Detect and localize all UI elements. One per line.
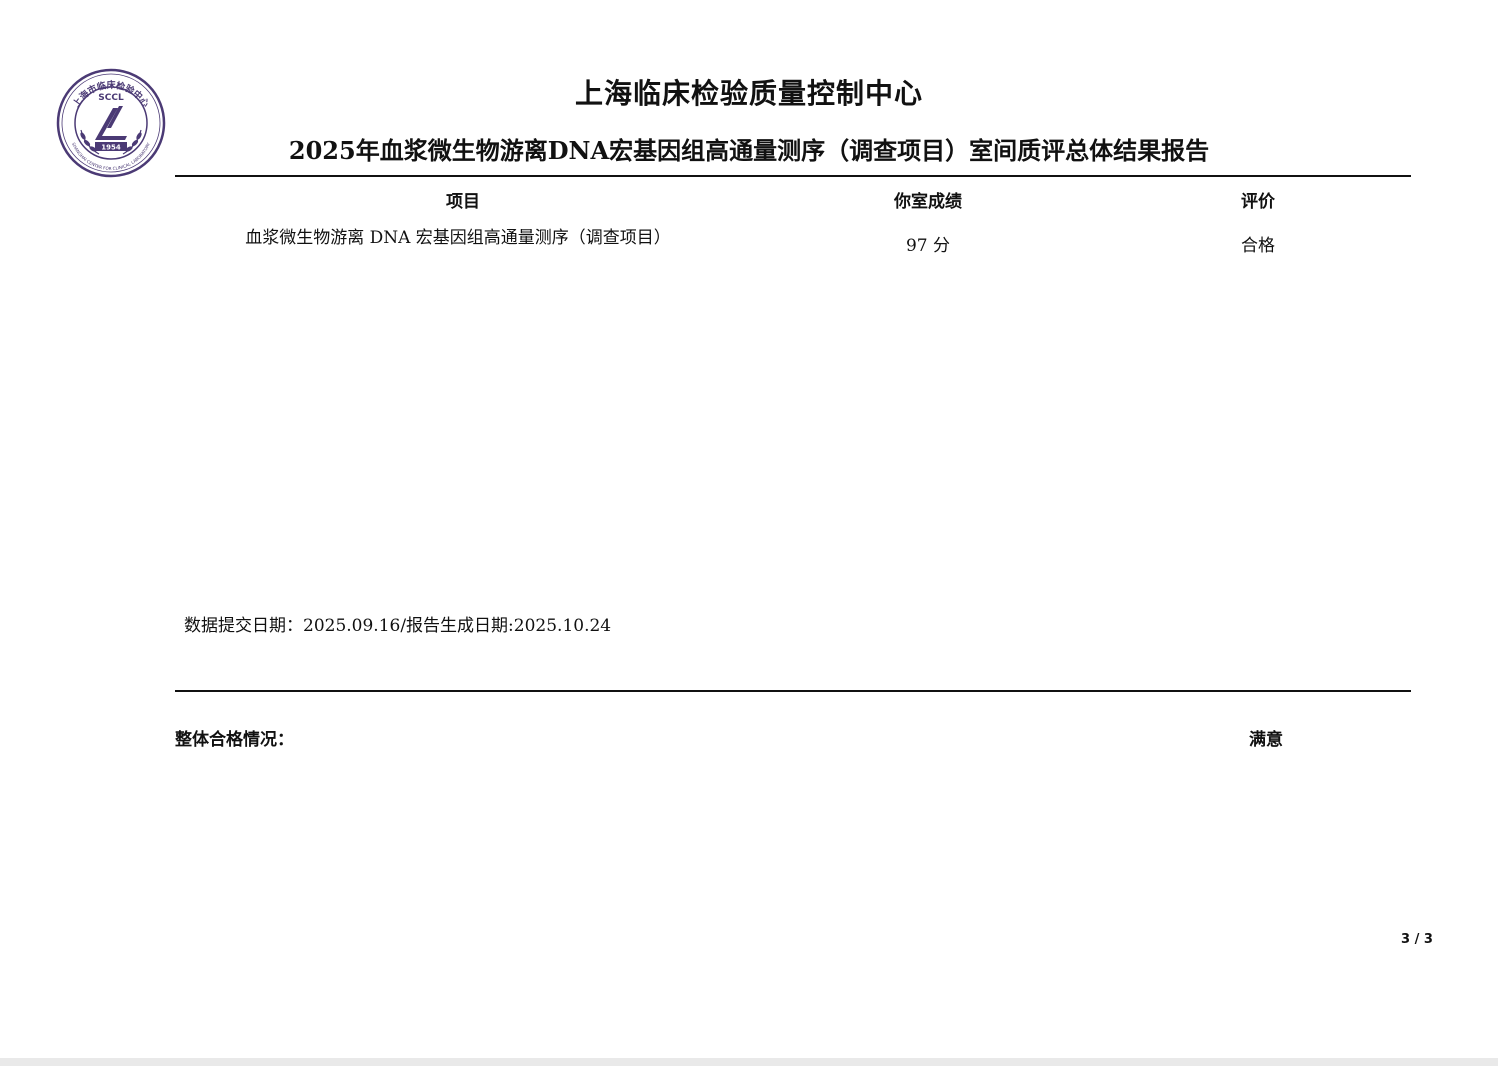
dates-line: 数据提交日期：2025.09.16/报告生成日期:2025.10.24 xyxy=(184,616,612,636)
viewer-bottom-bar xyxy=(0,1058,1498,1066)
column-header-evaluation: 评价 xyxy=(1241,192,1275,212)
page-number: 3 / 3 xyxy=(1401,932,1433,947)
report-subtitle: 2025年血浆微生物游离DNA宏基因组高通量测序（调查项目）室间质评总体结果报告 xyxy=(288,136,1210,165)
page-title: 上海临床检验质量控制中心 xyxy=(574,77,923,110)
column-header-item: 项目 xyxy=(446,192,480,212)
bottom-divider xyxy=(175,690,1411,692)
table-row-evaluation: 合格 xyxy=(1241,236,1275,256)
column-header-score: 你室成绩 xyxy=(894,192,962,212)
table-row-score: 97 分 xyxy=(905,236,951,256)
overall-label: 整体合格情况： xyxy=(175,730,294,750)
table-row-item: 血浆微生物游离 DNA 宏基因组高通量测序（调查项目） xyxy=(245,228,671,248)
top-divider xyxy=(175,175,1411,177)
overall-value: 满意 xyxy=(1249,730,1283,750)
